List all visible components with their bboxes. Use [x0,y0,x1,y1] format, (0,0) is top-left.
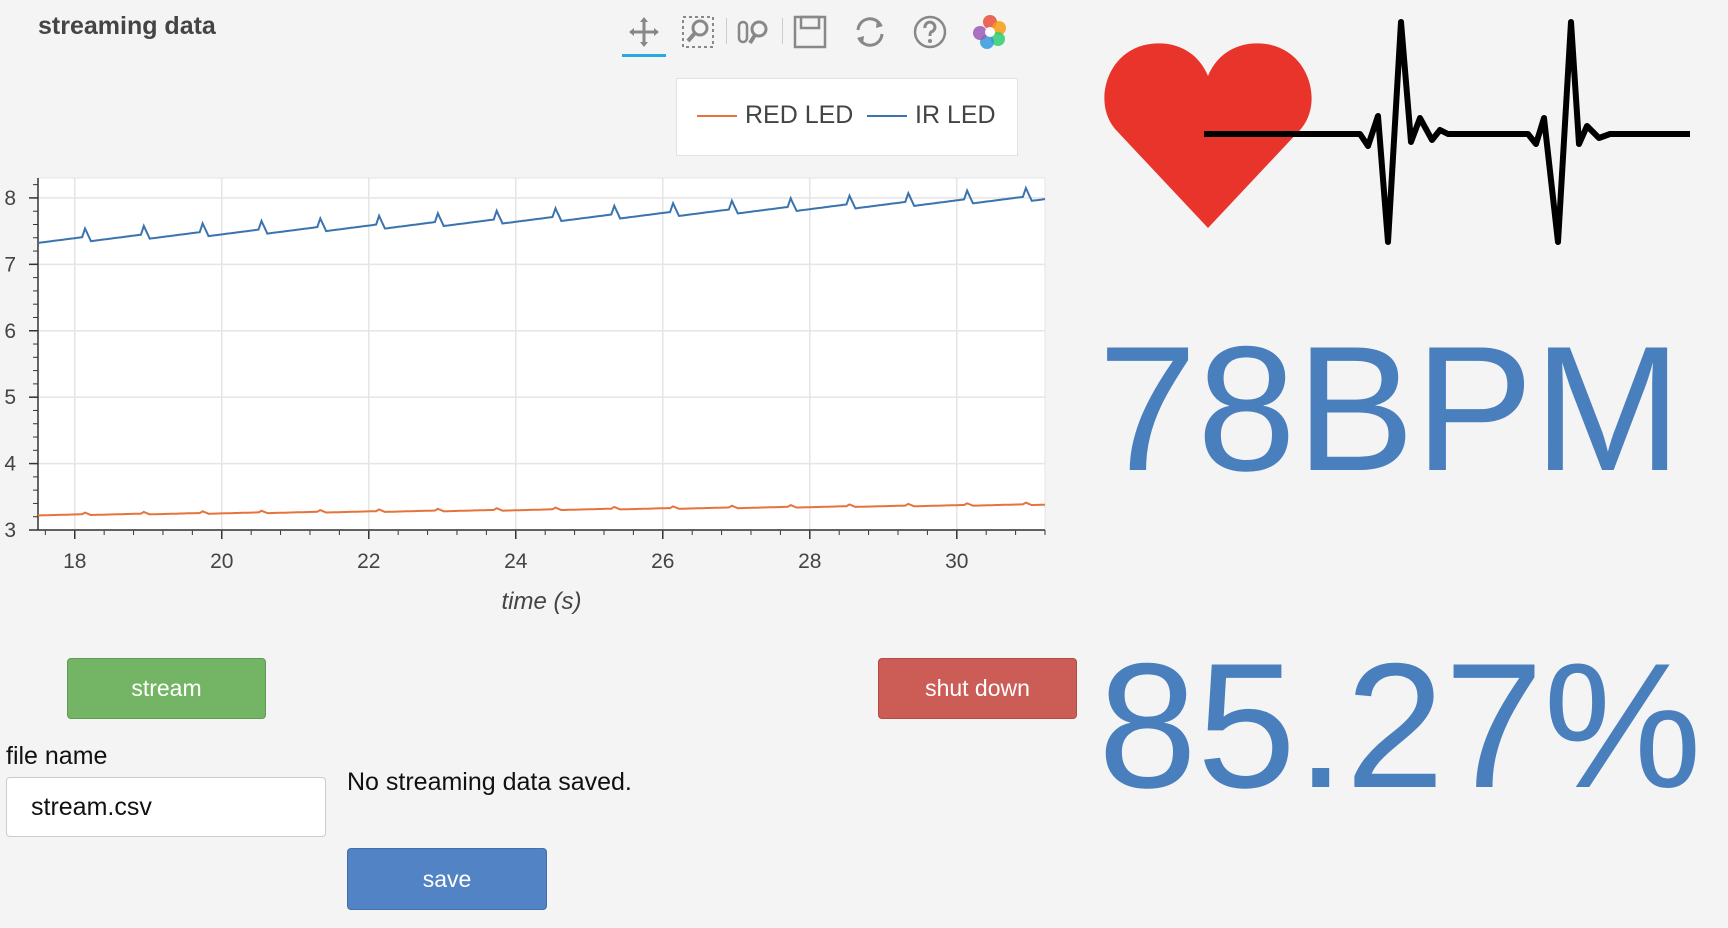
led-signal-chart[interactable]: 18 20 22 24 26 28 30 3 4 5 6 7 8 time (s) [0,160,1060,620]
box-zoom-icon [682,16,714,48]
bokeh-logo-icon [973,15,1006,49]
x-tick-label: 26 [651,550,674,573]
plot-title: streaming data [38,12,216,40]
save-plot-icon [793,15,827,49]
save-button[interactable]: save [347,848,547,910]
reset-icon [856,17,884,47]
pan-icon [629,17,659,47]
file-name-input[interactable] [6,777,326,837]
x-tick-label: 22 [357,550,380,573]
file-name-label: file name [6,742,108,770]
shutdown-button[interactable]: shut down [878,658,1077,719]
x-tick-label: 24 [504,550,528,573]
save-status-text: No streaming data saved. [347,768,632,796]
y-tick-label: 4 [4,453,16,476]
x-tick-label: 28 [798,550,821,573]
toolbar-divider [782,18,783,44]
help-icon [913,15,947,49]
bokeh-logo[interactable] [968,10,1012,54]
pan-tool[interactable] [622,10,666,57]
x-tick-label: 20 [210,550,233,573]
wheel-zoom-icon [737,20,768,45]
wheel-zoom-tool[interactable] [732,10,776,54]
stream-button[interactable]: stream [67,658,266,719]
reset-tool[interactable] [848,10,892,54]
legend-item-red-led: RED LED [697,101,853,130]
heart-rate-readout: 78BPM [1098,309,1682,508]
legend-label-ir: IR LED [915,101,996,129]
x-tick-label: 30 [945,550,968,573]
heartbeat-logo [1104,19,1690,245]
legend-swatch-red [697,114,737,117]
toolbar-divider [726,18,727,44]
plot-toolbar [622,4,1042,58]
legend-swatch-ir [867,114,907,117]
help-tool[interactable] [908,10,952,54]
save-plot-tool[interactable] [788,10,832,54]
x-tick-label: 18 [63,550,86,573]
y-tick-label: 6 [4,320,16,343]
x-axis-label: time (s) [502,588,582,615]
y-tick-label: 7 [4,253,16,276]
y-tick-label: 8 [4,187,16,210]
spo2-readout: 85.27% [1098,626,1702,825]
plot-area [37,177,1046,531]
box-zoom-tool[interactable] [676,10,720,54]
chart-legend: RED LED IR LED [676,78,1018,156]
y-tick-label: 3 [4,519,16,542]
y-tick-label: 5 [4,386,16,409]
legend-label-red: RED LED [745,101,854,129]
legend-item-ir-led: IR LED [867,101,996,130]
